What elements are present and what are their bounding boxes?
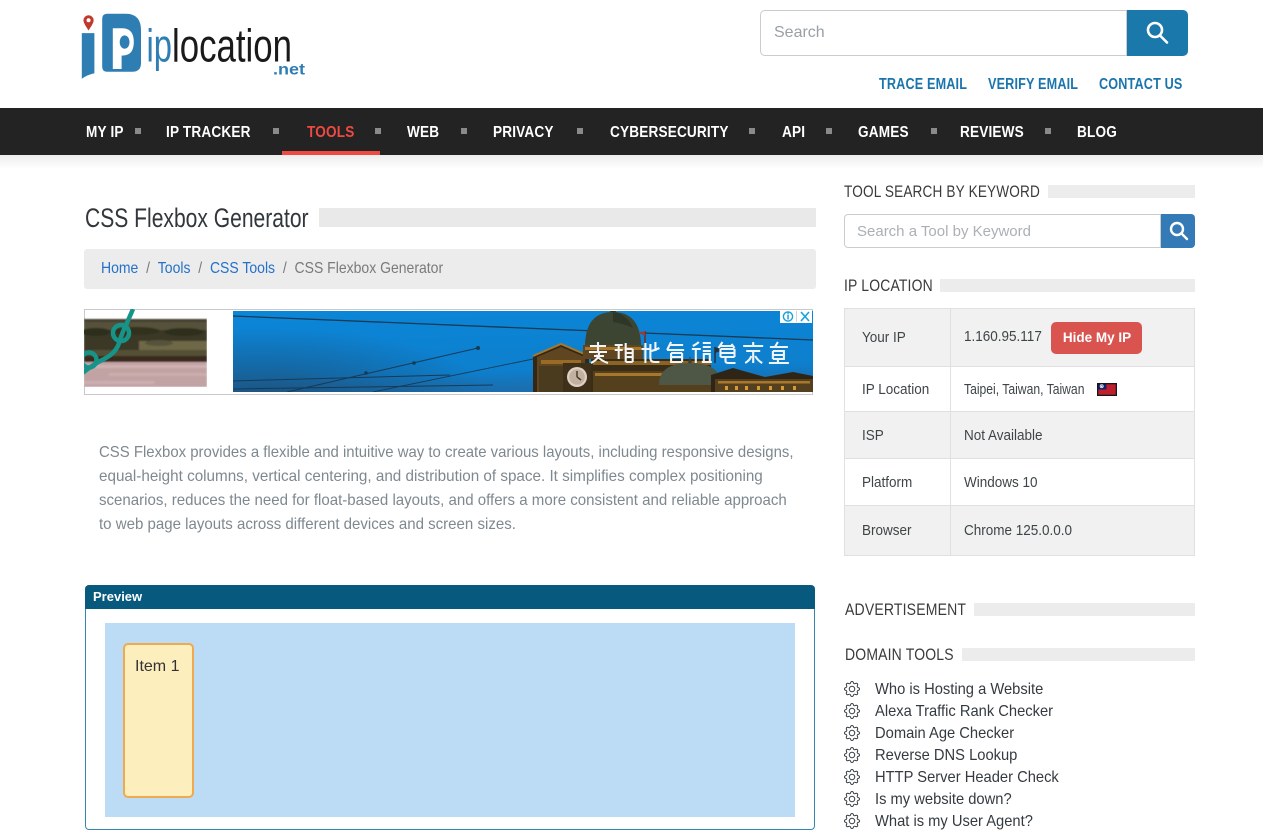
- svg-text:.net: .net: [273, 62, 306, 79]
- svg-text:ip: ip: [147, 20, 173, 72]
